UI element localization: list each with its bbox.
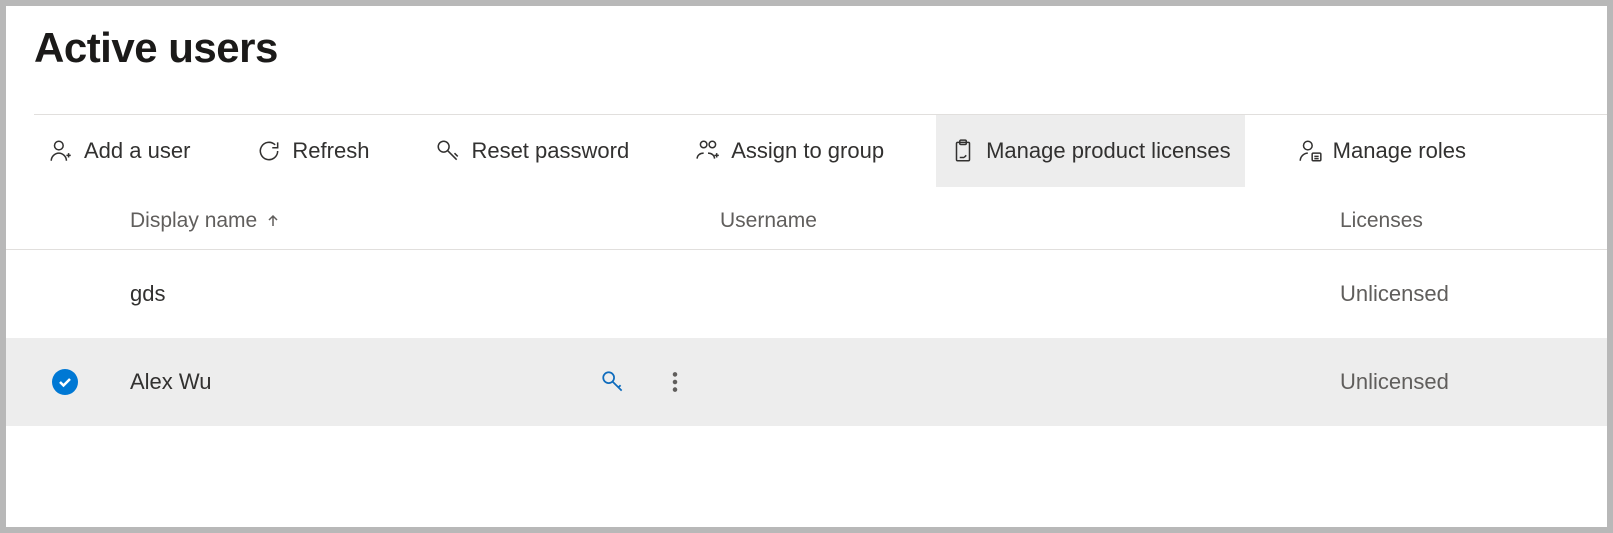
table-row[interactable]: Alex Wu Unlicensed	[6, 338, 1607, 426]
key-icon	[435, 138, 461, 164]
manage-roles-button[interactable]: Manage roles	[1283, 115, 1480, 187]
row-licenses: Unlicensed	[1340, 369, 1449, 394]
reset-password-label: Reset password	[471, 138, 629, 164]
assign-group-button[interactable]: Assign to group	[681, 115, 898, 187]
refresh-icon	[256, 138, 282, 164]
col-displayname-header[interactable]: Display name	[130, 209, 720, 233]
person-add-icon	[48, 138, 74, 164]
manage-licenses-button[interactable]: Manage product licenses	[936, 115, 1245, 187]
table-row[interactable]: gds Unlicensed	[6, 250, 1607, 338]
add-user-button[interactable]: Add a user	[34, 115, 204, 187]
clipboard-icon	[950, 138, 976, 164]
refresh-label: Refresh	[292, 138, 369, 164]
manage-licenses-label: Manage product licenses	[986, 138, 1231, 164]
check-circle-icon	[52, 369, 78, 395]
person-role-icon	[1297, 138, 1323, 164]
manage-roles-label: Manage roles	[1333, 138, 1466, 164]
col-username-header[interactable]: Username	[720, 209, 1340, 233]
page-title: Active users	[6, 6, 1607, 72]
row-displayname[interactable]: Alex Wu	[130, 369, 212, 395]
row-displayname[interactable]: gds	[130, 281, 165, 307]
row-licenses: Unlicensed	[1340, 281, 1449, 306]
more-vertical-icon[interactable]	[662, 369, 688, 395]
group-add-icon	[695, 138, 721, 164]
refresh-button[interactable]: Refresh	[242, 115, 383, 187]
table-header: Display name Username Licenses	[6, 187, 1607, 250]
assign-group-label: Assign to group	[731, 138, 884, 164]
add-user-label: Add a user	[84, 138, 190, 164]
row-checkbox[interactable]	[34, 369, 130, 396]
reset-password-button[interactable]: Reset password	[421, 115, 643, 187]
sort-ascending-icon	[265, 213, 281, 229]
toolbar: Add a user Refresh Reset password Assign…	[6, 115, 1607, 187]
row-key-icon[interactable]	[600, 369, 626, 395]
col-licenses-header[interactable]: Licenses	[1340, 209, 1607, 233]
